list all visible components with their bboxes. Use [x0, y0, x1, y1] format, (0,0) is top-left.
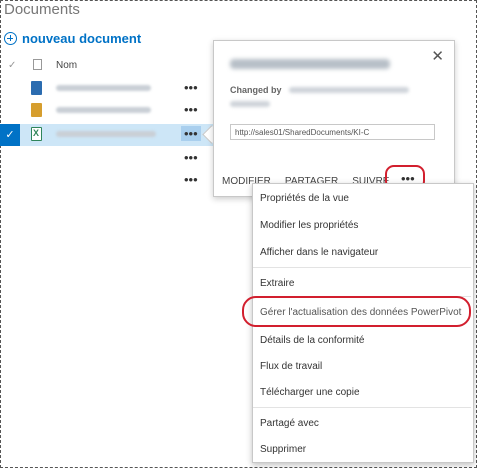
menu-divider	[253, 407, 471, 408]
menu-item-check-out[interactable]: Extraire	[260, 278, 294, 289]
warning-document-icon	[31, 103, 42, 117]
menu-item-view-properties[interactable]: Propriétés de la vue	[260, 193, 349, 204]
select-all-check-icon[interactable]: ✓	[8, 60, 16, 71]
menu-item-delete[interactable]: Supprimer	[260, 444, 306, 455]
column-name-header[interactable]: Nom	[56, 60, 77, 71]
excel-document-icon	[31, 127, 42, 141]
row-checked-icon[interactable]: ✓	[0, 124, 20, 146]
menu-divider	[253, 267, 471, 268]
plus-circle-icon	[4, 32, 17, 45]
highlight-ring-powerpivot	[242, 296, 471, 327]
ellipsis-menu-button[interactable]: •••	[184, 80, 198, 95]
document-row[interactable]: •••	[0, 78, 215, 100]
ellipsis-menu-button[interactable]: •••	[184, 102, 198, 117]
document-name-redacted[interactable]	[56, 85, 151, 91]
ellipsis-menu-button[interactable]: •••	[184, 150, 198, 165]
ellipsis-menu-button[interactable]: •••	[184, 172, 198, 187]
document-row-selected[interactable]: ✓ •••	[0, 124, 215, 146]
callout-file-name-redacted	[230, 59, 390, 69]
close-icon[interactable]: ✕	[431, 47, 444, 65]
changed-by-value-redacted	[289, 87, 409, 93]
library-title: Documents	[4, 1, 80, 18]
document-name-redacted[interactable]	[56, 107, 151, 113]
changed-time-redacted	[230, 101, 270, 107]
menu-item-workflow[interactable]: Flux de travail	[260, 361, 322, 372]
word-document-icon	[31, 81, 42, 95]
menu-item-download-copy[interactable]: Télécharger une copie	[260, 387, 360, 398]
document-row[interactable]: •••	[0, 100, 215, 122]
document-type-icon	[33, 59, 42, 70]
menu-item-view-in-browser[interactable]: Afficher dans le navigateur	[260, 247, 378, 258]
menu-item-compliance-details[interactable]: Détails de la conformité	[260, 335, 365, 346]
document-url-field[interactable]: http://sales01/SharedDocuments/KI-C	[230, 124, 435, 140]
new-document-button[interactable]: nouveau document	[4, 31, 141, 46]
document-name-redacted[interactable]	[56, 131, 156, 137]
menu-item-edit-properties[interactable]: Modifier les propriétés	[260, 220, 358, 231]
menu-item-shared-with[interactable]: Partagé avec	[260, 418, 319, 429]
new-document-label: nouveau document	[22, 31, 142, 46]
list-header: ✓ Nom	[0, 56, 215, 78]
ellipsis-menu-button[interactable]: •••	[181, 126, 201, 141]
changed-by-label: Changed by	[230, 85, 282, 95]
